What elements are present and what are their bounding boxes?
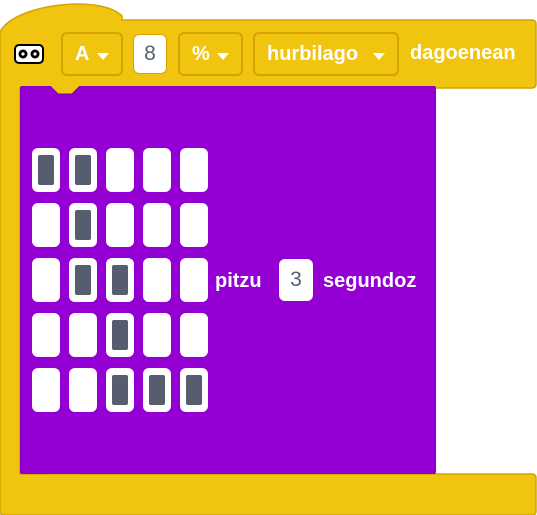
led-cell-r1-c2[interactable] — [69, 148, 97, 192]
led-lit-indicator — [149, 375, 165, 405]
led-cell-r2-c2[interactable] — [69, 203, 97, 247]
led-matrix-editor[interactable] — [32, 148, 210, 412]
led-cell-r1-c4[interactable] — [143, 148, 171, 192]
led-cell-r5-c1[interactable] — [32, 368, 60, 412]
inner-label-after: segundoz — [323, 270, 417, 292]
led-cell-r1-c5[interactable] — [180, 148, 208, 192]
unit-dropdown-value: % — [192, 42, 210, 65]
led-cell-r2-c3[interactable] — [106, 203, 134, 247]
light-matrix-block[interactable]: pitzu 3 segundoz — [20, 86, 436, 474]
led-cell-r5-c2[interactable] — [69, 368, 97, 412]
led-lit-indicator — [112, 375, 128, 405]
led-cell-r4-c4[interactable] — [143, 313, 171, 357]
unit-dropdown[interactable]: % — [178, 32, 243, 76]
caret-down-icon — [217, 53, 229, 60]
caret-down-icon — [97, 53, 109, 60]
inner-label-before: pitzu — [215, 270, 262, 292]
led-lit-indicator — [75, 210, 91, 240]
duration-input-value: 3 — [290, 268, 302, 291]
hat-block-header: A 8 % hurbilago dagoenean — [0, 32, 537, 76]
led-cell-r4-c1[interactable] — [32, 313, 60, 357]
comparison-dropdown[interactable]: hurbilago — [253, 32, 399, 76]
led-lit-indicator — [186, 375, 202, 405]
port-dropdown-value: A — [75, 42, 90, 65]
led-lit-indicator — [75, 265, 91, 295]
led-lit-indicator — [112, 265, 128, 295]
led-cell-r5-c4[interactable] — [143, 368, 171, 412]
led-cell-r2-c1[interactable] — [32, 203, 60, 247]
led-cell-r3-c5[interactable] — [180, 258, 208, 302]
led-cell-r1-c3[interactable] — [106, 148, 134, 192]
threshold-input-value: 8 — [144, 42, 156, 65]
port-dropdown[interactable]: A — [61, 32, 123, 76]
led-cell-r3-c2[interactable] — [69, 258, 97, 302]
led-lit-indicator — [38, 155, 54, 185]
led-cell-r4-c5[interactable] — [180, 313, 208, 357]
threshold-input[interactable]: 8 — [133, 34, 167, 74]
led-cell-r3-c4[interactable] — [143, 258, 171, 302]
led-cell-r2-c4[interactable] — [143, 203, 171, 247]
led-cell-r3-c3[interactable] — [106, 258, 134, 302]
led-cell-r5-c5[interactable] — [180, 368, 208, 412]
led-lit-indicator — [112, 320, 128, 350]
duration-input[interactable]: 3 — [279, 259, 313, 301]
comparison-dropdown-value: hurbilago — [267, 42, 359, 65]
led-cell-r3-c1[interactable] — [32, 258, 60, 302]
led-lit-indicator — [75, 155, 91, 185]
led-cell-r5-c3[interactable] — [106, 368, 134, 412]
led-cell-r1-c1[interactable] — [32, 148, 60, 192]
hat-trailing-label: dagoenean — [410, 42, 516, 64]
led-cell-r4-c3[interactable] — [106, 313, 134, 357]
distance-sensor-icon — [14, 41, 44, 67]
caret-down-icon — [373, 53, 385, 60]
led-cell-r4-c2[interactable] — [69, 313, 97, 357]
led-cell-r2-c5[interactable] — [180, 203, 208, 247]
